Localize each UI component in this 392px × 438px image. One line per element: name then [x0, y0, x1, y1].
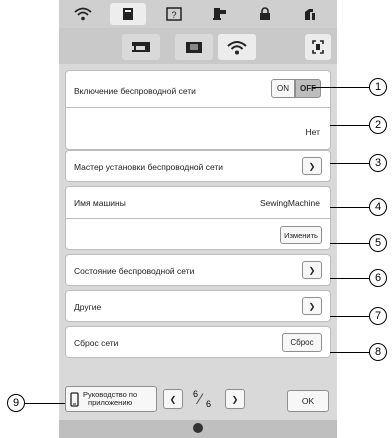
- callout-line: [312, 87, 369, 88]
- others-button[interactable]: ❯: [302, 297, 322, 315]
- subtab-wireless[interactable]: [218, 34, 256, 60]
- page-total: 6: [206, 399, 212, 409]
- embroidery-icon: [213, 8, 226, 20]
- callout-3: 3: [369, 154, 387, 172]
- chevron-left-icon: ❮: [169, 394, 177, 404]
- callout-line: [330, 278, 369, 279]
- callout-line: [330, 243, 369, 244]
- wifi-icon: [74, 7, 92, 21]
- setup-wizard-label: Мастер установки беспроводной сети: [74, 162, 224, 172]
- help-page-icon: ?: [166, 7, 182, 21]
- tab-wireless[interactable]: [65, 3, 101, 25]
- callout-line: [330, 316, 369, 317]
- setup-wizard-button[interactable]: ❯: [302, 157, 322, 175]
- fullscreen-button[interactable]: [305, 34, 331, 60]
- tab-settings[interactable]: [292, 3, 328, 25]
- page-slash: ∕: [199, 391, 202, 408]
- divider: [66, 218, 330, 219]
- reset-button[interactable]: Сброс: [282, 333, 322, 352]
- machine-name-label: Имя машины: [74, 198, 126, 208]
- page-indicator: 6 ∕ 6: [188, 389, 220, 411]
- others-row: Другие ❯: [65, 290, 331, 322]
- divider: [66, 107, 330, 108]
- next-page-button[interactable]: ❯: [225, 389, 245, 409]
- callout-line: [25, 403, 65, 404]
- callout-line: [330, 125, 369, 126]
- prev-page-button[interactable]: ❮: [163, 389, 183, 409]
- chevron-right-icon: ❯: [308, 301, 316, 311]
- lock-icon: [260, 7, 270, 20]
- callout-9: 9: [7, 394, 25, 412]
- tab-embroidery[interactable]: [202, 3, 238, 25]
- machine-name-panel: Имя машины SewingMachine Изменить: [65, 186, 331, 250]
- callout-4: 4: [369, 198, 387, 216]
- subtab-embroidery-frame[interactable]: [175, 34, 213, 60]
- page-current: 6: [193, 389, 199, 399]
- wireless-enable-label: Включение беспроводной сети: [74, 86, 196, 96]
- callout-line: [330, 352, 369, 353]
- needle-indicator-icon: [193, 423, 203, 433]
- app-guide-label: Руководство по приложению: [83, 390, 137, 408]
- callout-5: 5: [369, 234, 387, 252]
- page-icon: [123, 8, 133, 20]
- sub-tab-bar: [59, 28, 337, 64]
- callout-2: 2: [369, 116, 387, 134]
- chevron-right-icon: ❯: [308, 161, 316, 171]
- bottom-bar: Руководство по приложению ❮ 6 ∕ 6 ❯ OK: [59, 383, 337, 419]
- wireless-status-button[interactable]: ❯: [302, 261, 322, 279]
- callout-8: 8: [369, 343, 387, 361]
- wireless-status-label: Состояние беспроводной сети: [74, 266, 195, 276]
- machine-icon: [132, 42, 150, 52]
- ok-button[interactable]: OK: [287, 390, 329, 412]
- others-label: Другие: [74, 302, 102, 312]
- connection-status-value: Нет: [305, 127, 320, 137]
- tab-lock[interactable]: [247, 3, 283, 25]
- network-reset-label: Сброс сети: [74, 338, 119, 348]
- setup-wizard-row: Мастер установки беспроводной сети ❯: [65, 150, 331, 182]
- callout-7: 7: [369, 307, 387, 325]
- settings-icon: [305, 9, 315, 20]
- app-guide-label-line2: приложению: [88, 398, 133, 407]
- smartphone-icon: [70, 391, 79, 407]
- wireless-status-row: Состояние беспроводной сети ❯: [65, 254, 331, 286]
- tab-help[interactable]: ?: [156, 3, 192, 25]
- wireless-on-button[interactable]: ON: [271, 79, 295, 98]
- callout-1: 1: [369, 78, 387, 96]
- embroidery-frame-icon: [186, 42, 202, 53]
- change-name-button[interactable]: Изменить: [280, 226, 322, 244]
- settings-screen: ? Включение беспроводной сети ON OFF Нет…: [59, 0, 337, 438]
- svg-text:?: ?: [171, 10, 176, 20]
- wireless-off-button[interactable]: OFF: [295, 79, 321, 98]
- callout-line: [330, 207, 369, 208]
- subtab-machine[interactable]: [122, 34, 160, 60]
- frame-bracket-icon: [312, 40, 324, 54]
- callout-line: [330, 163, 369, 164]
- callout-6: 6: [369, 269, 387, 287]
- app-guide-button[interactable]: Руководство по приложению: [65, 386, 157, 412]
- machine-name-value: SewingMachine: [259, 198, 320, 208]
- tab-general[interactable]: [110, 3, 146, 25]
- footer-bar: [59, 420, 337, 438]
- wifi-icon: [227, 40, 247, 54]
- top-tab-bar: ?: [59, 0, 337, 28]
- chevron-right-icon: ❯: [231, 394, 239, 404]
- chevron-right-icon: ❯: [308, 265, 316, 275]
- wireless-panel: Включение беспроводной сети ON OFF Нет: [65, 70, 331, 150]
- network-reset-row: Сброс сети Сброс: [65, 326, 331, 358]
